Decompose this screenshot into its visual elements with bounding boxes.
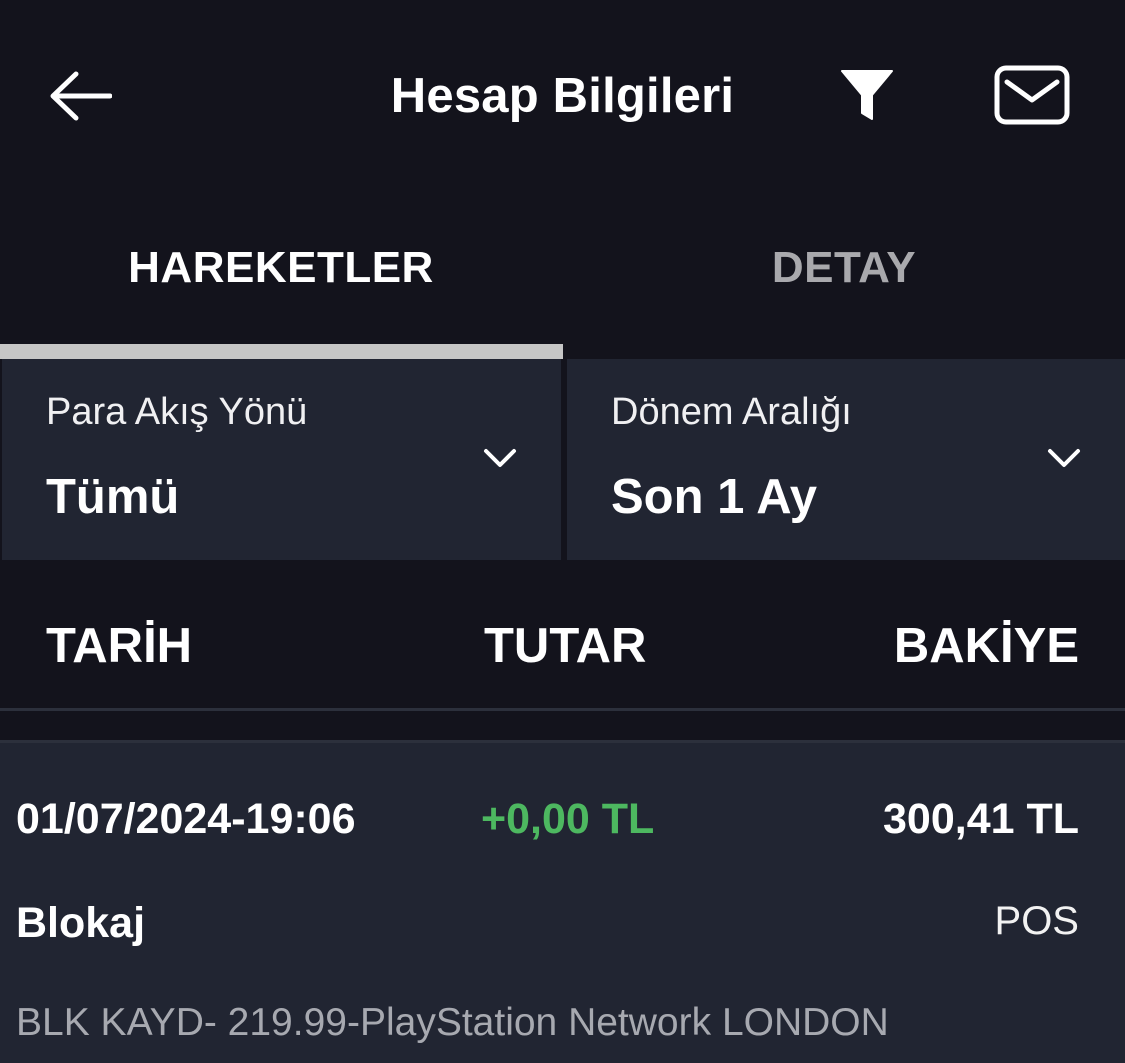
tab-hareketler[interactable]: HAREKETLER (0, 190, 562, 345)
filter-bar: Para Akış Yönü Tümü Dönem Aralığı Son 1 … (0, 359, 1125, 560)
messages-button[interactable] (992, 62, 1072, 128)
period-dropdown[interactable]: Dönem Aralığı Son 1 Ay (567, 359, 1125, 560)
transaction-channel: POS (994, 899, 1079, 943)
chevron-down-icon (484, 449, 516, 467)
transaction-type: Blokaj (16, 899, 146, 947)
chevron-down-icon (1048, 449, 1080, 467)
direction-dropdown-label: Para Akış Yönü (46, 391, 308, 433)
funnel-icon (841, 70, 893, 120)
transactions-table-header: TARİH TUTAR BAKİYE (0, 560, 1125, 708)
tab-detay[interactable]: DETAY (563, 190, 1125, 345)
envelope-icon (994, 65, 1070, 125)
transaction-balance: 300,41 TL (883, 795, 1079, 843)
divider (0, 708, 1125, 711)
app-header: Hesap Bilgileri (0, 0, 1125, 190)
transaction-date: 01/07/2024-19:06 (16, 795, 356, 843)
period-dropdown-label: Dönem Aralığı (611, 391, 852, 433)
transaction-row[interactable]: 01/07/2024-19:06 +0,00 TL 300,41 TL Blok… (0, 743, 1125, 1063)
transaction-amount: +0,00 TL (481, 795, 655, 843)
page-title: Hesap Bilgileri (390, 69, 735, 123)
tab-bar: HAREKETLER DETAY (0, 190, 1125, 359)
active-tab-indicator (0, 344, 563, 359)
column-header-balance: BAKİYE (893, 619, 1079, 673)
transaction-description: BLK KAYD- 219.99-PlayStation Network LON… (16, 1001, 889, 1044)
column-header-date: TARİH (46, 619, 193, 673)
period-dropdown-value: Son 1 Ay (611, 470, 818, 524)
account-info-screen: Hesap Bilgileri HAREKETLER DETAY Para Ak… (0, 0, 1125, 1063)
column-header-amount: TUTAR (484, 619, 647, 673)
direction-dropdown-value: Tümü (46, 470, 180, 524)
filter-button[interactable] (834, 62, 900, 128)
direction-dropdown[interactable]: Para Akış Yönü Tümü (2, 359, 561, 560)
